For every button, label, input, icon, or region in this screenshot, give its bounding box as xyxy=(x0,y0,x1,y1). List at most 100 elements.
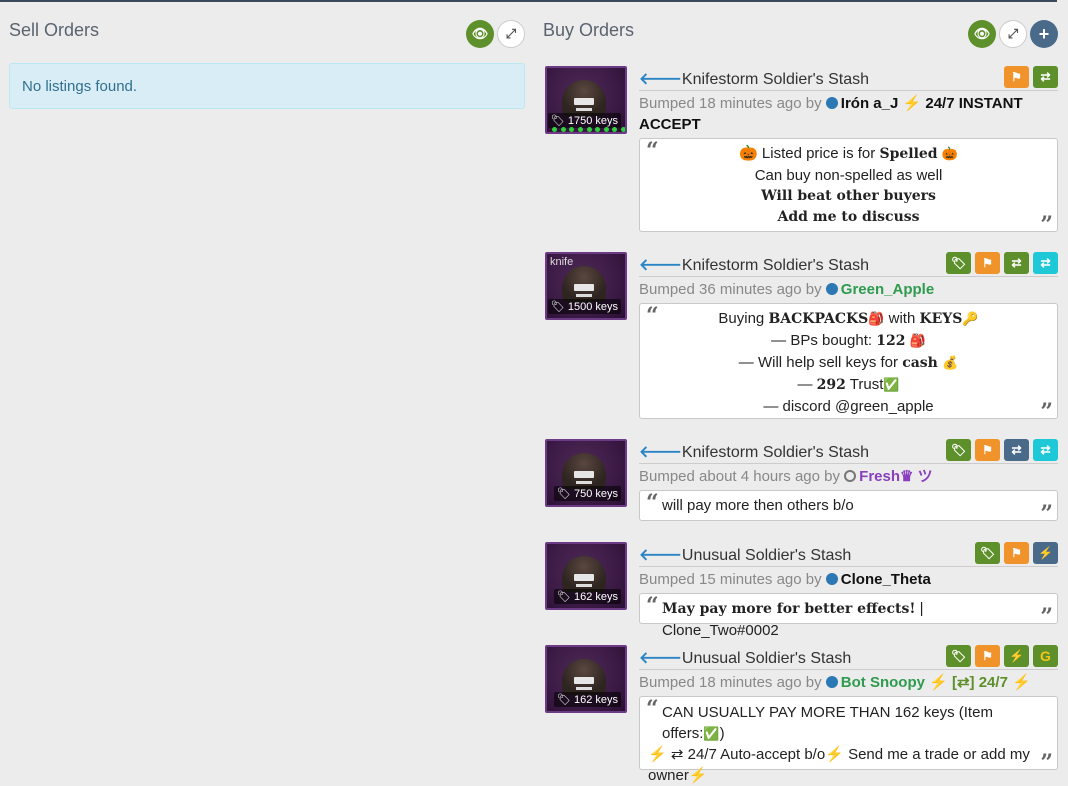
quote-right-icon: ” xyxy=(1040,501,1053,527)
listing-item: 🏷 162 keys 🡐Unusual Soldier's Stash 🏷 ⚑ … xyxy=(545,645,1058,784)
bolt-icon: ⚡ xyxy=(1009,649,1024,663)
checkmark-icon: ✅ xyxy=(703,726,720,741)
exchange-icon: ⇄ xyxy=(1011,443,1022,457)
item-thumbnail[interactable]: 🏷 162 keys xyxy=(545,645,627,713)
quote-right-icon: ” xyxy=(1040,399,1053,425)
arrow-left-icon: 🡐 xyxy=(639,444,682,461)
bolt-icon: ⚡ xyxy=(648,746,667,763)
listing-item: knife 🏷 1500 keys 🡐Knifestorm Soldier's … xyxy=(545,252,1058,425)
exchange-icon: ⇄ xyxy=(1040,70,1051,84)
report-button[interactable]: ⚑ xyxy=(975,439,1000,461)
tag-button[interactable]: 🏷 xyxy=(946,252,971,274)
exchange-icon: ⇄ xyxy=(1011,256,1022,270)
offline-status-icon xyxy=(844,470,857,482)
trade-button[interactable]: ⇄ xyxy=(1004,252,1029,274)
price-tag: 🏷 750 keys xyxy=(553,486,621,501)
price-tag: 🏷 1750 keys xyxy=(547,113,621,128)
expand-icon: ⤢ xyxy=(505,26,517,41)
flag-icon: ⚑ xyxy=(982,443,993,457)
effect-dots xyxy=(552,127,625,132)
quote-left-icon: “ xyxy=(646,303,659,329)
instant-trade-button[interactable]: ⚡ xyxy=(1033,542,1058,564)
arrow-left-icon: 🡐 xyxy=(639,257,682,274)
report-button[interactable]: ⚑ xyxy=(975,252,1000,274)
eye-slash-icon: 👁 xyxy=(973,26,991,41)
toggle-visibility-button[interactable]: 👁 xyxy=(466,20,494,48)
listing-item: 🏷 162 keys 🡐Unusual Soldier's Stash 🏷 ⚑ … xyxy=(545,542,1058,639)
sell-orders-title: Sell Orders xyxy=(9,20,100,40)
trade-offer-button[interactable]: ⇄ xyxy=(1033,439,1058,461)
listing-message: “ Buying BACKPACKS🎒 with KEYS🔑 — BPs bou… xyxy=(639,303,1058,425)
quote-right-icon: ” xyxy=(1040,212,1053,238)
online-status-icon xyxy=(825,676,838,688)
trade-button[interactable]: ⇄ xyxy=(1033,66,1058,88)
toggle-visibility-button[interactable]: 👁 xyxy=(968,20,996,48)
listing-item: 🏷 750 keys 🡐Knifestorm Soldier's Stash 🏷… xyxy=(545,439,1058,525)
add-order-button[interactable]: + xyxy=(1030,20,1058,48)
no-listings-alert: No listings found. xyxy=(9,63,525,109)
report-button[interactable]: ⚑ xyxy=(975,645,1000,667)
plus-icon: + xyxy=(1038,23,1050,44)
exchange-icon: ⇄ xyxy=(1040,443,1051,457)
tag-button[interactable]: 🏷 xyxy=(975,542,1000,564)
listing-message: “ CAN USUALLY PAY MORE THAN 162 keys (It… xyxy=(639,696,1058,784)
bolt-icon: ⚡ xyxy=(902,95,922,112)
quote-left-icon: “ xyxy=(646,593,659,619)
online-status-icon xyxy=(825,97,838,109)
listing-message: “ will pay more then others b/o ” xyxy=(639,490,1058,527)
trade-offer-button[interactable]: ⇄ xyxy=(1033,252,1058,274)
arrow-left-icon: 🡐 xyxy=(639,71,682,88)
bolt-icon: ⚡ xyxy=(1012,674,1031,691)
item-title[interactable]: 🡐Knifestorm Soldier's Stash xyxy=(639,441,869,462)
quote-right-icon: ” xyxy=(1040,750,1053,776)
item-title[interactable]: 🡐Knifestorm Soldier's Stash xyxy=(639,254,869,275)
quote-left-icon: “ xyxy=(646,490,659,516)
tag-icon: 🏷 xyxy=(950,256,967,270)
item-thumbnail[interactable]: 🏷 162 keys xyxy=(545,542,627,610)
flag-icon: ⚑ xyxy=(1011,70,1022,84)
expand-button[interactable]: ⤢ xyxy=(999,20,1027,48)
expand-button[interactable]: ⤢ xyxy=(497,20,525,48)
online-status-icon xyxy=(825,283,838,295)
user-link[interactable]: Fresh♛ ツ xyxy=(859,468,932,485)
tag-icon: 🏷 xyxy=(950,649,967,663)
user-link[interactable]: Irón a_J xyxy=(841,95,899,112)
listing-item: 🏷 1750 keys 🡐Knifestorm Soldier's Stash … xyxy=(545,66,1058,238)
bolt-icon: ⚡ xyxy=(929,674,948,691)
item-thumbnail[interactable]: 🏷 750 keys xyxy=(545,439,627,507)
user-link[interactable]: Bot Snoopy xyxy=(841,674,925,691)
bolt-icon: ⚡ xyxy=(688,767,708,784)
quote-left-icon: “ xyxy=(646,138,659,164)
item-thumbnail[interactable]: knife 🏷 1500 keys xyxy=(545,252,627,320)
flag-icon: ⚑ xyxy=(982,256,993,270)
tag-button[interactable]: 🏷 xyxy=(946,439,971,461)
trade-button[interactable]: ⇄ xyxy=(1004,439,1029,461)
listing-meta: Bumped about 4 hours ago by Fresh♛ ツ xyxy=(639,468,933,485)
item-title[interactable]: 🡐Knifestorm Soldier's Stash xyxy=(639,68,869,89)
listing-meta: Bumped 36 minutes ago by Green_Apple xyxy=(639,281,935,298)
tag-icon: 🏷 xyxy=(950,443,967,457)
report-button[interactable]: ⚑ xyxy=(1004,542,1029,564)
user-link[interactable]: Clone_Theta xyxy=(841,571,931,588)
report-button[interactable]: ⚑ xyxy=(1004,66,1029,88)
price-tag: 🏷 1500 keys xyxy=(547,299,621,314)
tag-button[interactable]: 🏷 xyxy=(946,645,971,667)
online-status-icon xyxy=(825,573,838,585)
bolt-icon: ⚡ xyxy=(1038,546,1053,560)
listing-meta: Bumped 18 minutes ago by Bot Snoopy ⚡ [⇄… xyxy=(639,674,1031,691)
quote-right-icon: ” xyxy=(1040,604,1053,630)
item-thumbnail[interactable]: 🏷 1750 keys xyxy=(545,66,627,134)
expand-icon: ⤢ xyxy=(1007,26,1019,41)
quote-left-icon: “ xyxy=(646,696,659,722)
user-link[interactable]: Green_Apple xyxy=(841,281,934,298)
item-title[interactable]: 🡐Unusual Soldier's Stash xyxy=(639,544,851,565)
listing-message: “ May pay more for better effects! | Clo… xyxy=(639,593,1058,639)
item-title[interactable]: 🡐Unusual Soldier's Stash xyxy=(639,647,851,668)
price-tag: 🏷 162 keys xyxy=(553,692,621,707)
g-logo-icon: G xyxy=(1040,648,1051,664)
external-listing-button[interactable]: G xyxy=(1033,645,1058,667)
instant-trade-button[interactable]: ⚡ xyxy=(1004,645,1029,667)
listing-message: “ 🎃 Listed price is for Spelled 🎃 Can bu… xyxy=(639,138,1058,238)
bolt-icon: ⚡ xyxy=(825,746,844,763)
exchange-icon: ⇄ xyxy=(1040,256,1051,270)
